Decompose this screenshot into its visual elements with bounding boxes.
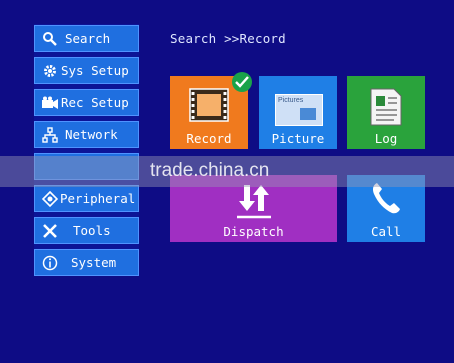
info-icon [41, 254, 59, 272]
tile-label: Call [370, 224, 402, 239]
watermark: trade.china.cn [150, 160, 270, 181]
sidebar-item-label: System [71, 255, 117, 270]
transfer-arrows-icon [237, 185, 271, 219]
sidebar-item-label: Sys Setup [61, 63, 129, 78]
sidebar-item-peripheral[interactable]: Peripheral [34, 185, 139, 212]
screen: Search Sys Setup Rec Setup Network Perip… [0, 0, 454, 363]
sidebar-item-label: Rec Setup [61, 95, 129, 110]
sidebar-item-label: Peripheral [60, 191, 136, 206]
sidebar-item-network[interactable]: Network [34, 121, 139, 148]
log-tile[interactable]: Log [347, 76, 425, 149]
sidebar-item-system[interactable]: System [34, 249, 139, 276]
sidebar-item-search[interactable]: Search [34, 25, 139, 52]
search-icon [41, 30, 59, 48]
camera-icon [41, 94, 59, 112]
film-icon [189, 88, 229, 122]
sidebar-item-label: Network [65, 127, 118, 142]
document-icon [370, 88, 402, 126]
gear-icon [41, 62, 59, 80]
sidebar-item-label: Tools [73, 223, 111, 238]
sidebar-item-label: Search [65, 31, 111, 46]
pictures-icon: Pictures [275, 94, 323, 126]
sidebar: Search Sys Setup Rec Setup Network Perip… [34, 24, 139, 276]
sidebar-item-sys-setup[interactable]: Sys Setup [34, 57, 139, 84]
breadcrumb: Search >>Record [170, 31, 286, 46]
tools-icon [41, 222, 59, 240]
picture-tile[interactable]: Pictures Picture [259, 76, 337, 149]
sidebar-item-rec-setup[interactable]: Rec Setup [34, 89, 139, 116]
tile-label: Record [186, 131, 232, 146]
sidebar-item-tools[interactable]: Tools [34, 217, 139, 244]
peripheral-icon [41, 190, 59, 208]
tile-label: Picture [271, 131, 325, 146]
tile-label: Dispatch [223, 224, 284, 239]
pictures-icon-text: Pictures [278, 97, 304, 104]
record-tile[interactable]: Record [170, 72, 252, 149]
tile-label: Log [374, 131, 398, 146]
check-icon [232, 72, 252, 92]
network-icon [41, 126, 59, 144]
